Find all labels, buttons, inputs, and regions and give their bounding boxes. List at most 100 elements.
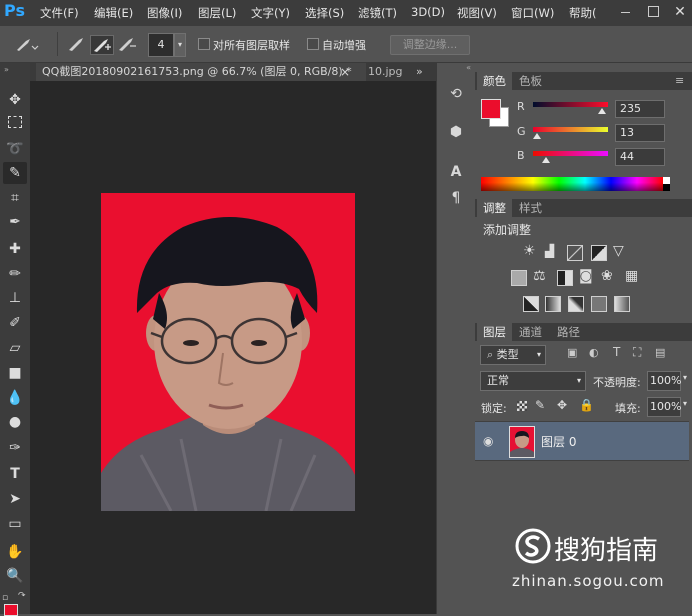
eraser-tool-icon[interactable]: ▱	[3, 337, 27, 359]
type-tool-icon[interactable]: T	[3, 463, 27, 485]
type-filter-icon[interactable]: T	[613, 345, 620, 359]
tab-channels[interactable]: 通道	[513, 323, 548, 341]
layer-row[interactable]: ◉ 图层 0	[475, 421, 689, 461]
channel-r-slider[interactable]	[533, 102, 608, 107]
channel-b-thumb[interactable]	[541, 157, 550, 163]
menu-help[interactable]: 帮助(	[569, 5, 597, 21]
panel-menu-icon[interactable]: ≡	[675, 74, 684, 87]
refine-edge-button[interactable]: 调整边缘...	[390, 35, 470, 55]
threshold-icon[interactable]	[568, 296, 584, 312]
swap-colors-icon[interactable]: ↷	[18, 591, 26, 601]
close-tab-icon[interactable]: ×	[340, 63, 350, 81]
lock-pixels-icon[interactable]: ✎	[535, 398, 545, 412]
photo-filter-icon[interactable]: ◙	[579, 268, 593, 284]
invert-icon[interactable]	[523, 296, 539, 312]
color-lookup-icon[interactable]: ▦	[625, 268, 638, 284]
tab-layers[interactable]: 图层	[477, 323, 512, 341]
clone-stamp-tool-icon[interactable]: ⊥	[3, 287, 27, 309]
zoom-tool-icon[interactable]: 🔍	[3, 565, 27, 587]
maximize-button[interactable]	[640, 1, 666, 23]
lock-position-icon[interactable]: ✥	[557, 398, 567, 412]
visibility-eye-icon[interactable]: ◉	[483, 434, 493, 448]
subtract-from-selection-icon[interactable]	[116, 35, 138, 53]
blend-mode-select[interactable]: 正常 ▾	[480, 371, 586, 391]
menu-file[interactable]: 文件(F)	[40, 5, 79, 21]
selective-color-icon[interactable]	[591, 296, 607, 312]
menu-edit[interactable]: 编辑(E)	[94, 5, 133, 21]
minimize-button[interactable]	[612, 1, 638, 23]
layer-name[interactable]: 图层 0	[541, 433, 576, 450]
hue-saturation-icon[interactable]	[511, 270, 527, 286]
color-balance-icon[interactable]: ⚖	[533, 268, 546, 284]
color-spectrum-bar[interactable]	[481, 177, 663, 191]
quick-selection-tool-icon[interactable]: ✎	[3, 162, 27, 184]
foreground-color-swatch[interactable]	[4, 604, 18, 616]
collapse-icon[interactable]: «	[439, 63, 471, 73]
shape-filter-icon[interactable]: ⛶	[633, 345, 641, 360]
default-colors-icon[interactable]: ▫	[2, 593, 8, 603]
blur-tool-icon[interactable]: 💧	[3, 387, 27, 409]
history-icon[interactable]: ⟲	[445, 83, 467, 105]
tab-adjustments[interactable]: 调整	[477, 199, 512, 217]
opacity-dropdown-icon[interactable]: ▾	[683, 373, 687, 382]
channel-g-thumb[interactable]	[532, 133, 541, 139]
move-tool-icon[interactable]: ✥	[3, 89, 27, 111]
collapse-icon[interactable]: »	[4, 65, 9, 74]
black-swatch[interactable]	[663, 184, 670, 191]
character-icon[interactable]: A	[445, 161, 467, 183]
menu-image[interactable]: 图像(I)	[147, 5, 182, 21]
layer-filter-select[interactable]: ⌕ 类型 ▾	[480, 345, 546, 365]
auto-enhance-checkbox[interactable]	[307, 38, 319, 50]
brightness-icon[interactable]: ☀	[523, 243, 536, 259]
document-tab-active[interactable]: QQ截图20180902161753.png @ 66.7% (图层 0, RG…	[36, 63, 366, 81]
eyedropper-tool-icon[interactable]: ✒	[3, 211, 27, 233]
black-white-icon[interactable]	[557, 270, 573, 286]
menu-type[interactable]: 文字(Y)	[251, 5, 290, 21]
posterize-icon[interactable]	[545, 296, 561, 312]
quick-selection-preset-icon[interactable]	[14, 35, 39, 53]
history-brush-tool-icon[interactable]: ✐	[3, 312, 27, 334]
brush-size-dropdown[interactable]: ▾	[174, 33, 186, 57]
brush-size-field[interactable]: 4	[148, 33, 174, 57]
pen-tool-icon[interactable]: ✑	[3, 437, 27, 459]
menu-layer[interactable]: 图层(L)	[198, 5, 236, 21]
menu-3d[interactable]: 3D(D)	[411, 5, 445, 19]
vibrance-icon[interactable]: ▽	[613, 243, 624, 259]
paragraph-icon[interactable]: ¶	[445, 187, 467, 209]
foreground-color-swatch-large[interactable]	[481, 99, 501, 119]
document-photo[interactable]	[101, 193, 355, 511]
dodge-tool-icon[interactable]: ●	[3, 411, 27, 433]
pixel-filter-icon[interactable]: ▣	[567, 346, 577, 359]
lock-all-icon[interactable]: 🔒	[579, 398, 594, 412]
menu-filter[interactable]: 滤镜(T)	[358, 5, 397, 21]
fill-field[interactable]: 100%	[647, 397, 681, 417]
hand-tool-icon[interactable]: ✋	[3, 541, 27, 563]
fill-dropdown-icon[interactable]: ▾	[683, 399, 687, 408]
curves-icon[interactable]	[567, 245, 583, 261]
menu-select[interactable]: 选择(S)	[305, 5, 344, 21]
opacity-field[interactable]: 100%	[647, 371, 681, 391]
tab-overflow-icon[interactable]: »	[416, 63, 423, 81]
menu-view[interactable]: 视图(V)	[457, 5, 497, 21]
tab-paths[interactable]: 路径	[551, 323, 586, 341]
tab-color[interactable]: 颜色	[477, 72, 512, 90]
white-swatch[interactable]	[663, 177, 670, 184]
exposure-icon[interactable]	[591, 245, 607, 261]
path-selection-tool-icon[interactable]: ➤	[3, 488, 27, 510]
channel-g-value[interactable]: 13	[615, 124, 665, 142]
lock-transparency-icon[interactable]	[517, 401, 527, 411]
channel-r-value[interactable]: 235	[615, 100, 665, 118]
gradient-tool-icon[interactable]: ■	[3, 362, 27, 384]
3d-cube-icon[interactable]: ⬢	[445, 121, 467, 143]
channel-g-slider[interactable]	[533, 127, 608, 132]
smart-object-filter-icon[interactable]: ▤	[655, 346, 665, 359]
channel-r-thumb[interactable]	[598, 108, 606, 114]
lasso-tool-icon[interactable]: ➰	[3, 138, 27, 160]
tab-styles[interactable]: 样式	[513, 199, 548, 217]
gradient-map-icon[interactable]	[614, 296, 630, 312]
menu-window[interactable]: 窗口(W)	[511, 5, 554, 21]
close-button[interactable]: ✕	[668, 1, 692, 23]
tab-swatches[interactable]: 色板	[513, 72, 548, 90]
channel-b-slider[interactable]	[533, 151, 608, 156]
new-selection-icon[interactable]	[66, 35, 88, 53]
